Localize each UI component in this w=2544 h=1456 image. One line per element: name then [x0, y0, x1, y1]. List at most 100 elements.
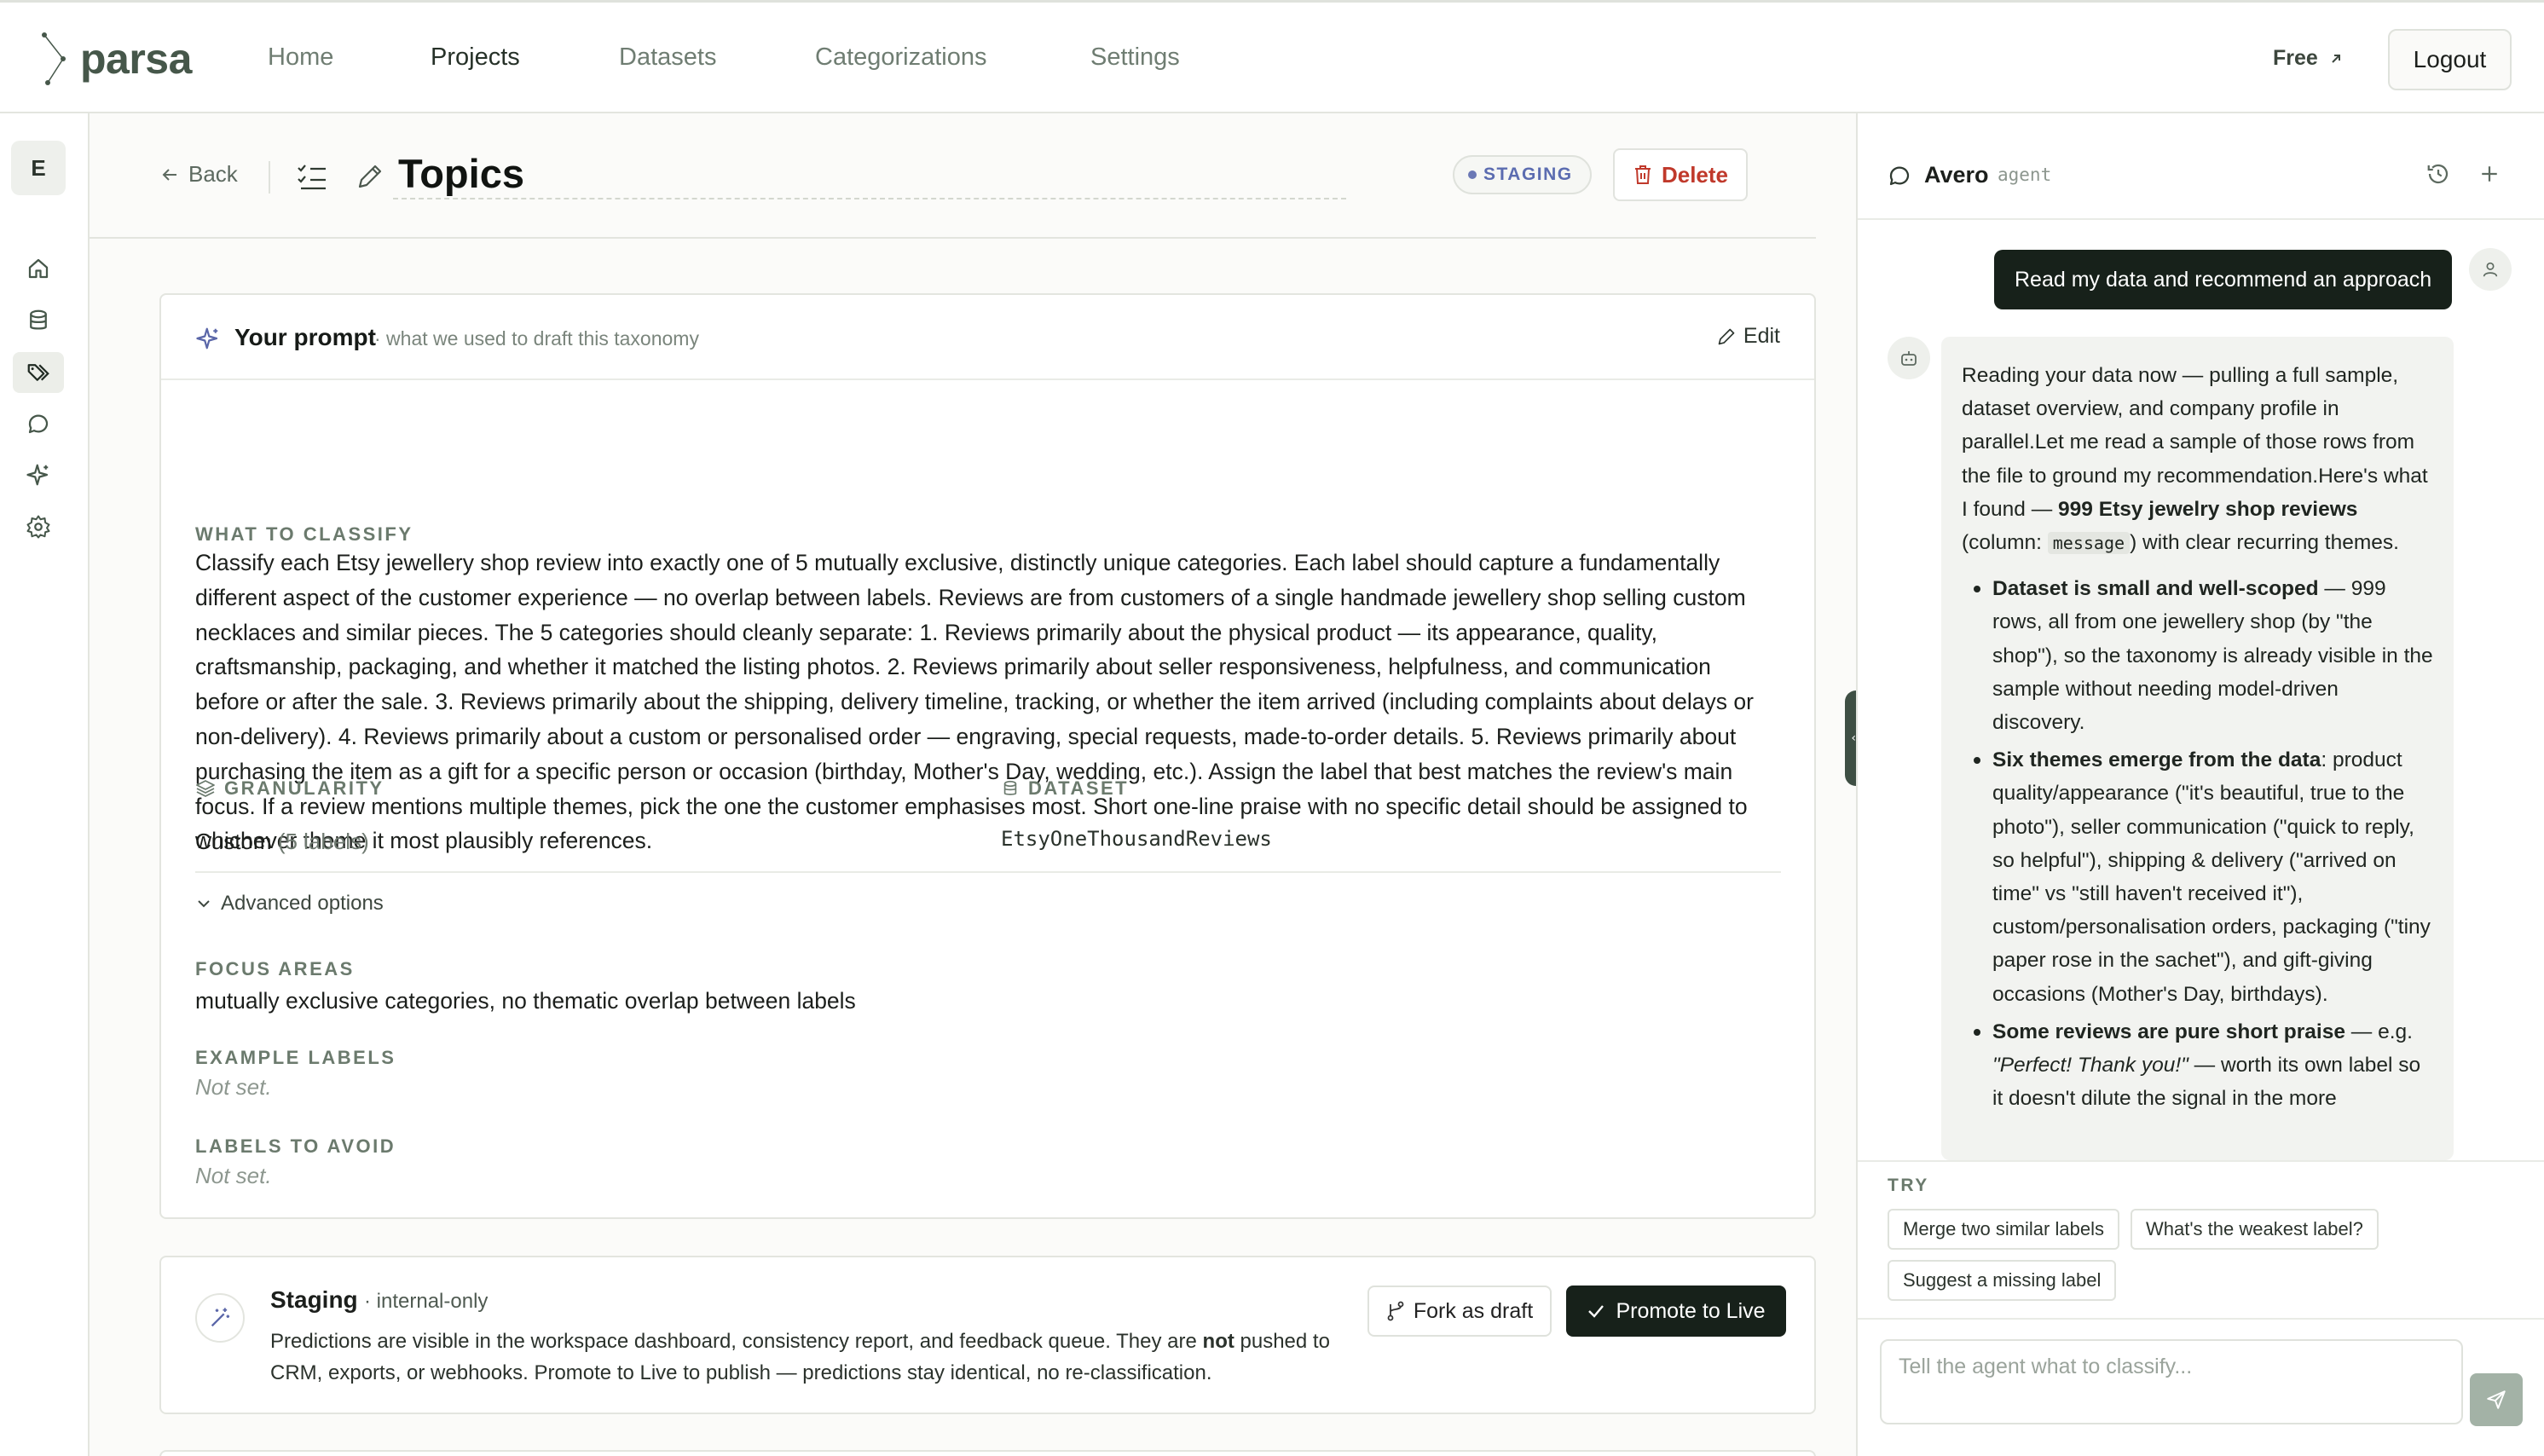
wand-icon-wrap — [195, 1293, 245, 1343]
agent-panel: Avero agent Read my data and recommend a… — [1856, 113, 2544, 1456]
nav-datasets[interactable]: Datasets — [619, 43, 716, 72]
chat-icon — [1889, 166, 1910, 186]
reply-code: message — [2047, 532, 2131, 555]
dataset-value[interactable]: EtsyOneThousandReviews — [1001, 827, 1272, 851]
agent-name: Avero — [1924, 162, 1989, 188]
card-divider — [195, 871, 1781, 873]
staging-description: Predictions are visible in the workspace… — [270, 1326, 1353, 1389]
chat-icon — [28, 414, 49, 434]
database-icon — [30, 309, 47, 330]
home-icon — [28, 258, 49, 279]
agent-divider — [1858, 1160, 2544, 1162]
nav-categorizations[interactable]: Categorizations — [815, 43, 987, 72]
title-underline — [393, 198, 1346, 199]
top-nav-bar: parsa Home Projects Datasets Categorizat… — [0, 0, 2544, 113]
staging-text-bold: not — [1202, 1330, 1234, 1353]
example-labels-label: EXAMPLE LABELS — [195, 1047, 396, 1068]
suggestion-chip[interactable]: Merge two similar labels — [1888, 1209, 2119, 1250]
next-card-edge — [159, 1450, 1816, 1456]
gear-icon — [26, 515, 50, 539]
rail-settings[interactable] — [13, 506, 64, 547]
checklist-icon[interactable] — [296, 162, 328, 193]
header-divider — [90, 237, 1816, 239]
page-title[interactable]: Topics — [398, 150, 524, 197]
agent-message-input[interactable]: Tell the agent what to classify... — [1880, 1339, 2463, 1424]
constellation-logo-icon — [42, 32, 66, 85]
main-content: Back Topics STAGING Delete Your prompt ·… — [90, 113, 1856, 1456]
reply-bullet: Dataset is small and well-scoped — 999 r… — [1974, 572, 2433, 739]
bullet-bold: Dataset is small and well-scoped — [1992, 577, 2319, 601]
what-to-classify-text: Classify each Etsy jewellery shop review… — [195, 550, 1754, 854]
left-rail: E — [0, 113, 90, 1456]
promote-to-live-button[interactable]: Promote to Live — [1566, 1286, 1786, 1337]
prompt-card-header: Your prompt · what we used to draft this… — [161, 295, 1814, 380]
back-button[interactable]: Back — [159, 161, 238, 188]
reply-bullet: Some reviews are pure short praise — e.g… — [1974, 1015, 2433, 1116]
delete-label: Delete — [1661, 161, 1729, 188]
agent-avatar — [1888, 337, 1930, 379]
plan-link[interactable]: Free — [2273, 46, 2344, 71]
trash-icon — [1634, 165, 1651, 184]
logout-button[interactable]: Logout — [2388, 29, 2512, 90]
promote-label: Promote to Live — [1616, 1298, 1766, 1323]
rail-agent[interactable] — [13, 454, 64, 495]
edit-label: Edit — [1743, 324, 1780, 348]
reply-text: (column: — [1962, 531, 2048, 555]
workspace-avatar[interactable]: E — [11, 141, 66, 195]
reply-text: ) with clear recurring themes. — [2130, 531, 2399, 555]
dataset-label-row: DATASET — [1001, 777, 1129, 800]
pencil-icon[interactable] — [356, 162, 384, 191]
fork-as-draft-button[interactable]: Fork as draft — [1367, 1286, 1552, 1337]
prompt-card: Your prompt · what we used to draft this… — [159, 293, 1816, 1219]
staging-subtitle: · internal-only — [364, 1290, 489, 1313]
magic-wand-icon — [211, 1308, 230, 1327]
rail-datasets[interactable] — [13, 300, 64, 341]
focus-areas-label: FOCUS AREAS — [195, 958, 355, 979]
brand-logo[interactable]: parsa — [38, 30, 192, 88]
send-button[interactable] — [2470, 1373, 2523, 1426]
rail-chat[interactable] — [13, 403, 64, 444]
agent-reply-intro: Reading your data now — pulling a full s… — [1962, 359, 2433, 560]
plan-label: Free — [2273, 46, 2318, 70]
database-icon — [1003, 780, 1017, 795]
prompt-subtitle: · what we used to draft this taxonomy — [374, 327, 699, 350]
nav-settings[interactable]: Settings — [1090, 43, 1180, 72]
sparkle-icon — [26, 464, 49, 486]
suggestion-chip[interactable]: Suggest a missing label — [1888, 1260, 2117, 1301]
new-chat-plus-icon[interactable] — [2477, 161, 2502, 187]
advanced-options-label: Advanced options — [221, 892, 384, 915]
agent-header: Avero agent — [1858, 113, 2544, 220]
arrow-left-icon — [162, 168, 176, 181]
granularity-name: Custom — [195, 829, 272, 854]
git-fork-icon — [1387, 1301, 1404, 1321]
bullet-text: — 999 rows, all from one jewellery shop … — [1992, 577, 2433, 735]
focus-areas-value: mutually exclusive categories, no themat… — [195, 988, 856, 1014]
agent-role: agent — [1998, 165, 2052, 185]
reply-bold: 999 Etsy jewelry shop reviews — [2058, 497, 2358, 521]
external-arrow-icon — [2332, 54, 2340, 63]
brand-name: parsa — [80, 35, 192, 83]
nav-home[interactable]: Home — [268, 43, 333, 72]
bullet-bold: Some reviews are pure short praise — [1992, 1020, 2345, 1043]
suggestion-chip[interactable]: What's the weakest label? — [2131, 1209, 2379, 1250]
pencil-icon — [1718, 328, 1735, 344]
advanced-options-toggle[interactable]: Advanced options — [195, 892, 384, 916]
bullet-text: : product quality/appearance ("it's beau… — [1992, 748, 2431, 1006]
bot-icon — [1901, 351, 1917, 366]
edit-prompt-button[interactable]: Edit — [1716, 324, 1780, 349]
rail-categorizations[interactable] — [13, 352, 64, 393]
status-badge-label: STAGING — [1483, 165, 1573, 184]
staging-title: Staging — [270, 1286, 358, 1313]
nav-projects[interactable]: Projects — [431, 43, 520, 72]
status-dot — [1468, 170, 1477, 179]
bullet-italic: "Perfect! Thank you!" — [1992, 1054, 2188, 1078]
staging-card: Staging · internal-only Predictions are … — [159, 1256, 1816, 1414]
status-badge: STAGING — [1453, 155, 1592, 194]
user-message: Read my data and recommend an approach — [1994, 250, 2453, 309]
prompt-title: Your prompt — [234, 324, 376, 350]
history-icon[interactable] — [2425, 161, 2451, 187]
delete-button[interactable]: Delete — [1613, 148, 1748, 201]
granularity-value: Custom (5 labels) — [195, 829, 369, 855]
granularity-count: (5 labels) — [277, 829, 369, 854]
rail-home[interactable] — [13, 248, 64, 289]
